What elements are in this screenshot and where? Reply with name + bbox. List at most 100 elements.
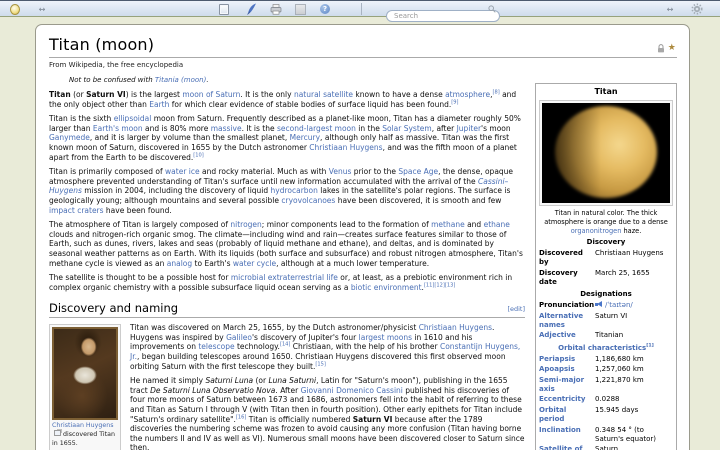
gear-svg [691, 3, 703, 15]
wiki-link[interactable]: nitrogen [230, 220, 261, 229]
featured-article-star-icon[interactable]: ★ [668, 44, 676, 53]
text-span: (or [70, 90, 87, 99]
section-heading-text: Discovery and naming [49, 301, 179, 316]
wiki-link[interactable]: water ice [165, 167, 200, 176]
wiki-link[interactable]: Orbital characteristics [558, 344, 646, 352]
wiki-link[interactable]: Eccentricity [539, 395, 585, 403]
text-span: (or [253, 376, 269, 386]
wiki-link[interactable]: microbial extraterrestrial life [231, 273, 338, 282]
wiki-link[interactable]: Inclination [539, 426, 581, 434]
move-handle-icon[interactable] [36, 2, 48, 16]
enlarge-icon[interactable] [54, 430, 61, 437]
wiki-link[interactable]: methane [431, 220, 465, 229]
text-span: Saturn VI [595, 311, 628, 320]
reference-link[interactable]: [14] [280, 342, 290, 348]
search-input[interactable] [386, 10, 500, 22]
wiki-link[interactable]: cryovolcanoes [281, 196, 335, 205]
wiki-link[interactable]: impact craters [49, 206, 104, 215]
huygens-portrait-image[interactable] [52, 327, 118, 421]
wiki-link[interactable]: Space Age [398, 167, 438, 176]
reference-link[interactable]: [10] [193, 152, 203, 158]
gear-icon[interactable] [690, 2, 704, 16]
wiki-link[interactable]: Ganymede [49, 133, 90, 142]
wiki-link[interactable]: telescope [198, 342, 234, 351]
infobox-row-value: 0.0288 [591, 395, 673, 404]
wiki-link[interactable]: analog [167, 259, 192, 268]
wiki-link[interactable]: biotic environment [351, 283, 422, 292]
infobox-section-header: Designations [539, 290, 673, 299]
wiki-link[interactable]: largest moons [359, 333, 412, 342]
wiki-link[interactable]: Alternative names [539, 312, 583, 329]
wiki-link[interactable]: Christiaan Huygens [309, 143, 382, 152]
edit-section-link[interactable]: [edit] [507, 305, 525, 313]
wiki-link[interactable]: Periapsis [539, 355, 575, 363]
infobox-body: Discovery Discovered by Christiaan Huygens… [539, 238, 673, 450]
wiki-link[interactable]: second-largest moon [277, 124, 356, 133]
infobox-row-value: 1,221,870 km [591, 376, 673, 394]
wiki-link[interactable]: Adjective [539, 331, 576, 339]
text-span: Christiaan Huygens [595, 249, 664, 258]
text-span: Designations [580, 290, 632, 299]
text-span: 's moon [481, 123, 511, 133]
infobox-row: Satellite of Saturn [539, 445, 673, 450]
wiki-link[interactable]: Venus [329, 167, 352, 176]
wiki-link[interactable]: Christiaan Huygens [419, 323, 492, 332]
wiki-link[interactable]: moon of Saturn [182, 90, 240, 99]
wiki-link[interactable]: hydrocarbon [271, 186, 318, 195]
wiki-link[interactable]: Apoapsis [539, 365, 575, 373]
wiki-link[interactable]: natural satellite [294, 90, 353, 99]
infobox-row-value: Christiaan Huygens [591, 249, 673, 267]
wiki-link[interactable]: Giovanni Domenico Cassini [301, 386, 403, 395]
text-span: to Earth's [192, 258, 233, 268]
reference-link[interactable]: [16] [236, 414, 246, 420]
reference-link[interactable]: [12] [434, 282, 444, 288]
infobox-image-caption: Titan in natural color. The thick atmosp… [540, 209, 672, 235]
image-icon[interactable] [295, 2, 306, 16]
wiki-link[interactable]: Titania (moon) [155, 76, 206, 84]
speaker-icon[interactable] [595, 301, 603, 308]
reference-link[interactable]: [11] [424, 282, 434, 288]
text-span: 1,186,680 km [595, 354, 644, 363]
wiki-link[interactable]: water cycle [233, 259, 276, 268]
padlock-icon[interactable] [657, 44, 665, 53]
wiki-link[interactable]: Orbital period [539, 406, 566, 423]
quill-icon[interactable] [245, 2, 257, 16]
wiki-link[interactable]: atmosphere [445, 90, 490, 99]
lightbulb-icon[interactable] [9, 2, 21, 16]
text-span: Saturn VI [86, 90, 126, 99]
thumbnail-caption: Christiaan Huygens discovered Titan in 1… [52, 422, 118, 448]
move-handle-icon[interactable] [664, 2, 676, 16]
wiki-link[interactable]: Jupiter [457, 124, 481, 133]
reference-link[interactable]: [15] [315, 361, 325, 367]
toolbar: ? [0, 0, 720, 22]
titan-image[interactable] [542, 103, 670, 204]
text-span: , although at a much lower temperature. [276, 258, 430, 268]
printer-icon[interactable] [269, 2, 282, 16]
wiki-link[interactable]: Solar System [382, 124, 431, 133]
wiki-link[interactable]: Mercury [290, 133, 320, 142]
reference-link[interactable]: [8] [492, 90, 499, 96]
wiki-link[interactable]: Galileo [226, 333, 252, 342]
wiki-link[interactable]: Semi-major axis [539, 376, 584, 393]
reference-link[interactable]: [13] [445, 282, 455, 288]
toolbar-separator [361, 3, 362, 15]
site-tagline: From Wikipedia, the free encyclopedia [49, 61, 184, 69]
wiki-link[interactable]: Earth's moon [93, 124, 143, 133]
reference-link[interactable]: [9] [451, 99, 458, 105]
wiki-link[interactable]: massive [211, 124, 242, 133]
wiki-link[interactable]: Earth [149, 100, 169, 109]
page-icon[interactable] [218, 2, 229, 16]
wiki-link[interactable]: organonitrogen [571, 227, 622, 235]
page-title: Titan (moon) ★ [49, 35, 677, 58]
infobox-row-value: 0.348 54 ° (to Saturn's equator) [591, 426, 673, 444]
wiki-link[interactable]: Christiaan Huygens [52, 422, 114, 429]
infobox-row: Alternative names Saturn VI [539, 312, 673, 330]
text-span: Not to be confused with [69, 76, 155, 84]
reference-link[interactable]: [1] [646, 343, 654, 348]
wiki-link[interactable]: Satellite of [539, 445, 582, 450]
wiki-link[interactable]: ellipsoidal [114, 114, 152, 123]
wiki-link[interactable]: ethane [484, 220, 510, 229]
help-icon[interactable]: ? [319, 2, 331, 16]
infobox-row-value: Titanian [591, 331, 673, 340]
wiki-link[interactable]: /ˈtaɪtən/ [605, 301, 633, 309]
